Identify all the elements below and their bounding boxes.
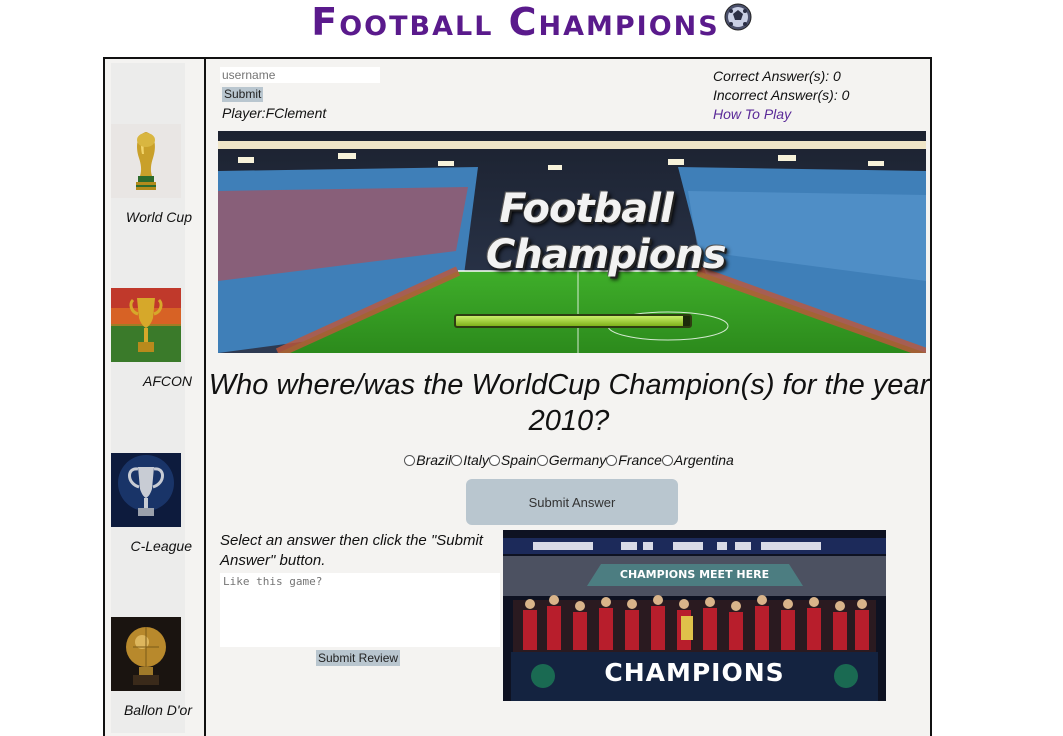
answer-option-label: France: [618, 452, 662, 468]
stadium-banner-image: Football Champions: [218, 131, 926, 353]
progress-bar: [454, 314, 692, 328]
site-title: Football Champions: [0, 0, 1063, 44]
answer-option[interactable]: Italy: [451, 452, 489, 468]
radio-button[interactable]: [606, 454, 618, 466]
page-title: Football Champions: [311, 0, 720, 44]
radio-button[interactable]: [661, 454, 673, 466]
answer-option[interactable]: Germany: [536, 452, 607, 468]
main-content: Submit Player:FClement Correct Answer(s)…: [208, 59, 930, 736]
score-panel: Correct Answer(s): 0 Incorrect Answer(s)…: [713, 67, 849, 124]
sidebar-item-label: World Cup: [125, 209, 192, 225]
progress-bar-fill: [456, 316, 683, 326]
radio-button[interactable]: [536, 454, 548, 466]
answer-option-label: Italy: [463, 452, 489, 468]
banner-title-line2: Champions: [486, 232, 727, 278]
radio-button[interactable]: [404, 454, 416, 466]
banner-title: Football Champions: [486, 186, 727, 278]
answer-option[interactable]: Spain: [488, 452, 537, 468]
answer-option-label: Argentina: [673, 452, 734, 468]
answer-option[interactable]: Brazil: [404, 452, 451, 468]
correct-answers-count: Correct Answer(s): 0: [713, 68, 841, 84]
champions-celebration-image: CHAMPIONS MEET HERE CHAMPIONS: [503, 530, 886, 701]
submit-answer-button[interactable]: Submit Answer: [466, 479, 678, 525]
submit-review-button[interactable]: Submit Review: [316, 650, 401, 666]
ballon-dor-trophy-image[interactable]: [111, 617, 181, 691]
champions-league-trophy-image[interactable]: [111, 453, 181, 527]
afcon-trophy-image[interactable]: [111, 288, 181, 362]
world-cup-trophy-image[interactable]: [111, 124, 181, 198]
review-textarea[interactable]: [220, 573, 500, 647]
main-frame: World Cup AFCON C-League Ballon D'or use…: [103, 57, 932, 736]
sidebar-item-label: C-League: [130, 538, 193, 554]
username-submit-button[interactable]: Submit: [222, 87, 264, 102]
answer-options: Brazil Italy Spain Germany France Argentina: [208, 452, 930, 468]
answer-instructions: Select an answer then click the "Submit …: [220, 532, 483, 569]
incorrect-answers-count: Incorrect Answer(s): 0: [713, 87, 850, 103]
sidebar-item-label: Ballon D'or: [123, 702, 192, 718]
answer-option-label: Brazil: [416, 452, 452, 468]
sidebar: World Cup AFCON C-League Ballon D'or: [105, 59, 206, 736]
username-input[interactable]: [220, 67, 380, 83]
answer-option-label: Germany: [548, 452, 607, 468]
quiz-question: Who where/was the WorldCup Champion(s) f…: [208, 369, 930, 437]
soccer-ball-icon: [724, 3, 752, 31]
answer-option-label: Spain: [500, 452, 537, 468]
sidebar-item-label: AFCON: [143, 373, 192, 389]
photo-banner-text: CHAMPIONS MEET HERE: [619, 568, 770, 581]
answer-option[interactable]: Argentina: [661, 452, 734, 468]
banner-title-line1: Football: [499, 186, 673, 232]
answer-option[interactable]: France: [606, 452, 662, 468]
player-name: Player:FClement: [222, 105, 327, 121]
radio-button[interactable]: [451, 454, 463, 466]
how-to-play-link[interactable]: How To Play: [713, 106, 791, 122]
radio-button[interactable]: [488, 454, 500, 466]
photo-board-text: CHAMPIONS: [604, 658, 785, 687]
